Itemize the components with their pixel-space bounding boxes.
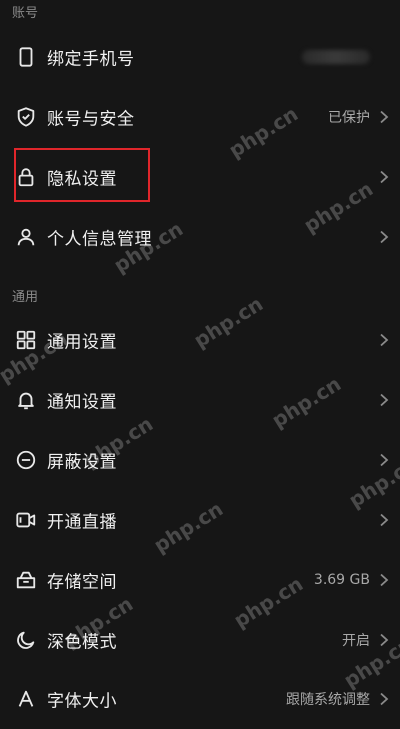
dark-mode-value: 开启 — [342, 633, 370, 649]
section-label-general: 通用 — [12, 290, 39, 305]
account-security-row[interactable]: 账号与安全 已保护 — [0, 87, 400, 147]
chevron-right-icon — [380, 333, 389, 347]
live-video-icon — [14, 508, 38, 532]
bind-phone-row[interactable]: 绑定手机号 — [0, 27, 400, 87]
block-settings-row[interactable]: 屏蔽设置 — [0, 430, 400, 490]
chevron-right-icon — [380, 110, 389, 124]
person-icon — [14, 225, 38, 249]
dark-mode-row[interactable]: 深色模式 开启 — [0, 610, 400, 670]
account-security-status: 已保护 — [328, 110, 370, 126]
start-live-row[interactable]: 开通直播 — [0, 490, 400, 550]
grid-icon — [14, 328, 38, 352]
font-size-label: 字体大小 — [47, 691, 117, 712]
font-a-icon — [14, 687, 38, 711]
chevron-right-icon — [380, 453, 389, 467]
font-size-value: 跟随系统调整 — [286, 692, 370, 708]
chevron-right-icon — [380, 393, 389, 407]
start-live-label: 开通直播 — [47, 512, 117, 533]
storage-row[interactable]: 存储空间 3.69 GB — [0, 550, 400, 610]
chevron-right-icon — [380, 633, 389, 647]
chevron-right-icon — [380, 170, 389, 184]
chevron-right-icon — [380, 573, 389, 587]
notification-settings-row[interactable]: 通知设置 — [0, 370, 400, 430]
section-label-account: 账号 — [12, 6, 39, 21]
general-settings-label: 通用设置 — [47, 332, 117, 353]
block-settings-label: 屏蔽设置 — [47, 452, 117, 473]
chevron-right-icon — [380, 692, 389, 706]
shield-check-icon — [14, 105, 38, 129]
storage-value: 3.69 GB — [313, 572, 370, 588]
bell-icon — [14, 388, 38, 412]
phone-icon — [14, 45, 38, 69]
storage-label: 存储空间 — [47, 572, 117, 593]
font-size-row[interactable]: 字体大小 跟随系统调整 — [0, 669, 400, 729]
storage-box-icon — [14, 568, 38, 592]
personal-info-label: 个人信息管理 — [47, 229, 152, 250]
highlight-box — [14, 148, 150, 202]
personal-info-row[interactable]: 个人信息管理 — [0, 207, 400, 267]
general-settings-row[interactable]: 通用设置 — [0, 310, 400, 370]
notification-settings-label: 通知设置 — [47, 392, 117, 413]
phone-number-blurred — [302, 50, 370, 64]
chevron-right-icon — [380, 230, 389, 244]
moon-icon — [14, 628, 38, 652]
bind-phone-label: 绑定手机号 — [47, 49, 135, 70]
minus-circle-icon — [14, 448, 38, 472]
account-security-label: 账号与安全 — [47, 109, 135, 130]
chevron-right-icon — [380, 513, 389, 527]
dark-mode-label: 深色模式 — [47, 632, 117, 653]
